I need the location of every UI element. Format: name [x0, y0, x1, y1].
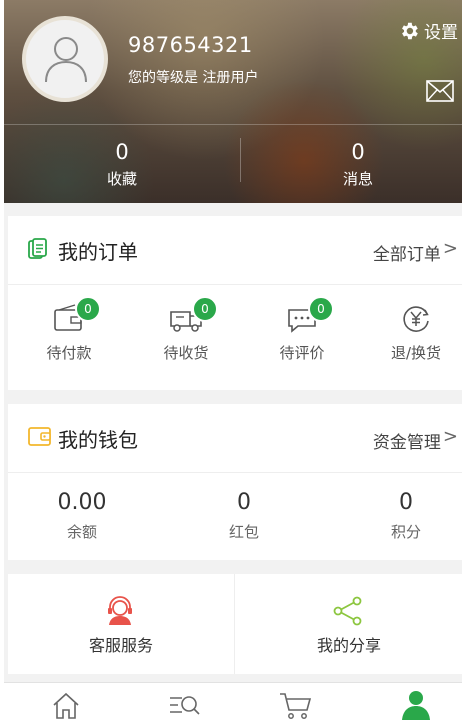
user-silhouette-icon — [45, 37, 87, 83]
share-icon — [333, 596, 362, 626]
points-value: 0 — [399, 490, 413, 515]
customer-service-button[interactable]: 客服服务 — [8, 574, 234, 674]
order-pending-payment[interactable]: 0 待付款 — [24, 296, 114, 363]
services-card: 客服服务 我的分享 — [8, 574, 462, 674]
red-packet-value: 0 — [237, 490, 251, 515]
red-packet-item[interactable]: 0 红包 — [184, 490, 304, 542]
favorites-label: 收藏 — [106, 170, 137, 188]
settings-label: 设置 — [424, 23, 458, 43]
profile-header: 987654321 您的等级是 注册用户 设置 0 收藏 0 消息 — [4, 0, 462, 203]
header-divider — [4, 124, 462, 125]
mail-icon[interactable] — [426, 80, 454, 102]
wallet-yellow-icon — [28, 427, 51, 446]
order-pending-review[interactable]: 0 待评价 — [257, 296, 347, 363]
my-share-label: 我的分享 — [316, 636, 381, 655]
wallet-header[interactable]: 我的钱包 资金管理 > — [8, 404, 462, 473]
order-item-label: 待付款 — [46, 344, 92, 362]
balance-value: 0.00 — [57, 490, 107, 515]
fund-management-link[interactable]: 资金管理 > — [372, 426, 458, 453]
badge-count: 0 — [192, 296, 218, 322]
favorites-stat[interactable]: 0 收藏 — [62, 140, 182, 189]
messages-stat[interactable]: 0 消息 — [298, 140, 418, 189]
member-level: 您的等级是 注册用户 — [128, 70, 259, 86]
gear-icon — [402, 22, 418, 39]
refund-yen-icon — [403, 306, 429, 332]
profile-page: 987654321 您的等级是 注册用户 设置 0 收藏 0 消息 我的订单 全… — [4, 0, 462, 725]
cart-icon[interactable] — [276, 689, 316, 721]
right-edge — [462, 0, 470, 725]
order-list-icon — [28, 238, 47, 259]
my-share-button[interactable]: 我的分享 — [236, 574, 462, 674]
order-item-label: 退/换货 — [390, 344, 442, 362]
category-search-icon[interactable] — [164, 689, 204, 721]
favorites-count: 0 — [115, 140, 129, 164]
all-orders-label: 全部订单 — [372, 245, 441, 265]
badge-count: 0 — [75, 296, 101, 322]
messages-label: 消息 — [342, 170, 373, 188]
order-refund-exchange[interactable]: 退/换货 — [371, 304, 461, 363]
wallet-card: 我的钱包 资金管理 > 0.00 余额 0 红包 0 积分 — [8, 404, 462, 560]
chevron-right-icon: > — [442, 426, 458, 447]
home-icon[interactable] — [46, 689, 86, 721]
settings-button[interactable]: 设置 — [398, 18, 458, 43]
badge-count: 0 — [308, 296, 334, 322]
stats-divider — [240, 138, 241, 182]
messages-count: 0 — [351, 140, 365, 164]
orders-title: 我的订单 — [58, 240, 138, 264]
headset-icon — [108, 596, 132, 625]
wallet-title: 我的钱包 — [58, 428, 138, 452]
orders-header[interactable]: 我的订单 全部订单 > — [8, 216, 462, 285]
points-item[interactable]: 0 积分 — [346, 490, 462, 542]
chevron-right-icon: > — [442, 238, 458, 259]
customer-service-label: 客服服务 — [88, 636, 153, 655]
red-packet-label: 红包 — [228, 523, 259, 541]
services-divider — [234, 574, 235, 674]
order-item-label: 待评价 — [279, 344, 325, 362]
order-item-label: 待收货 — [163, 344, 209, 362]
avatar[interactable] — [22, 16, 108, 102]
balance-label: 余额 — [66, 523, 97, 541]
order-pending-receipt[interactable]: 0 待收货 — [141, 296, 231, 363]
balance-item[interactable]: 0.00 余额 — [22, 490, 142, 542]
all-orders-link[interactable]: 全部订单 > — [372, 238, 458, 265]
username: 987654321 — [128, 33, 253, 57]
fund-management-label: 资金管理 — [372, 433, 441, 453]
user-icon[interactable] — [396, 689, 436, 721]
orders-card: 我的订单 全部订单 > 0 待付款 0 待收货 0 待评价 退/换货 — [8, 216, 462, 390]
bottom-nav — [4, 682, 462, 725]
points-label: 积分 — [390, 523, 421, 541]
